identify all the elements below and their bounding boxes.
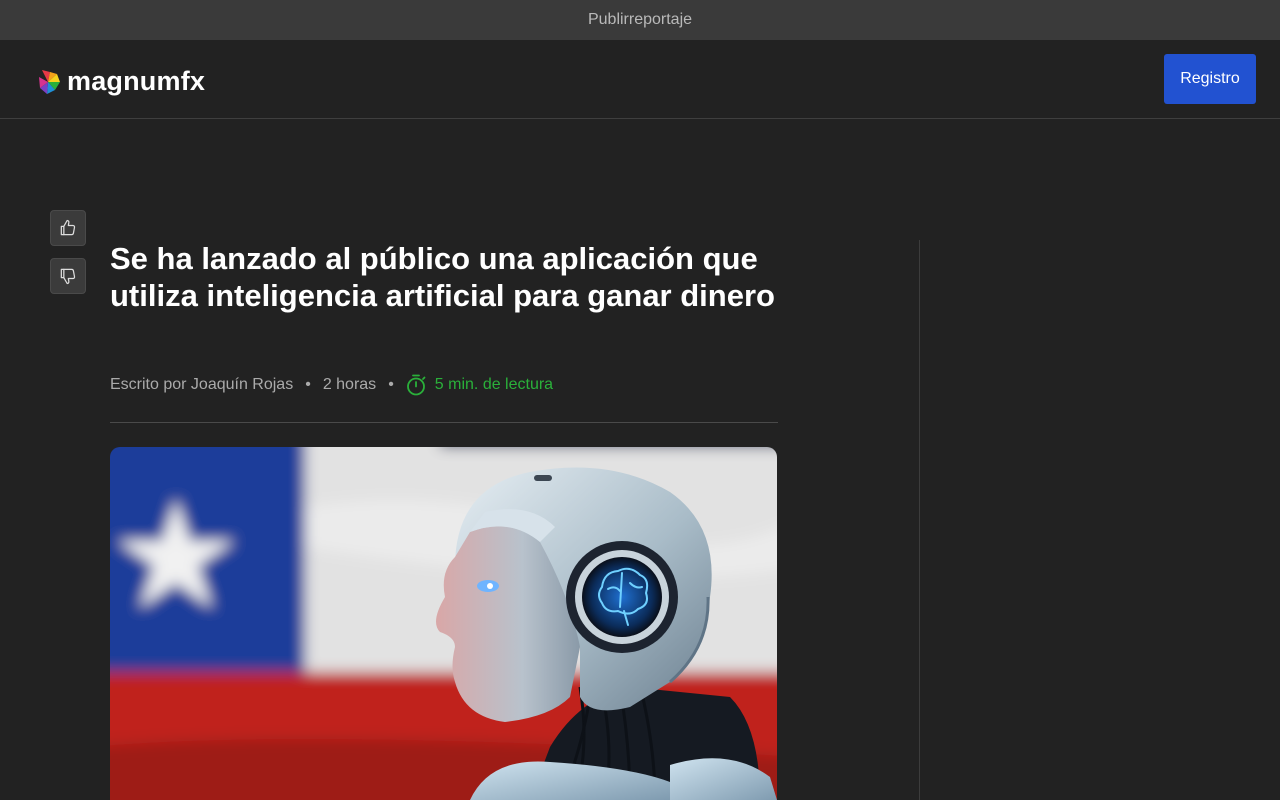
logo-text: magnumfx (67, 66, 206, 96)
sponsored-banner: Publirreportaje (0, 0, 1280, 40)
meta-divider (110, 422, 778, 423)
stopwatch-icon (406, 374, 426, 396)
sponsored-label: Publirreportaje (587, 11, 693, 28)
publish-time: 2 horas (322, 376, 377, 393)
read-time: 5 min. de lectura (406, 374, 553, 396)
read-time-label: 5 min. de lectura (434, 376, 554, 393)
meta-separator: • (305, 376, 311, 393)
thumbs-up-icon (60, 219, 76, 236)
article-meta: Escrito por Joaquín Rojas • 2 horas • 5 … (110, 374, 553, 396)
logo-icon (39, 69, 60, 94)
article-hero-image (110, 447, 777, 800)
site-logo[interactable]: magnumfx (38, 66, 205, 97)
like-button[interactable] (50, 210, 86, 246)
dislike-button[interactable] (50, 258, 86, 294)
robot-chile-flag-illustration (110, 447, 777, 800)
site-header: magnumfx Registro (0, 40, 1280, 119)
author-byline: Escrito por Joaquín Rojas (110, 376, 294, 393)
thumbs-down-icon (60, 268, 76, 285)
meta-separator: • (388, 376, 394, 393)
register-button[interactable]: Registro (1164, 54, 1256, 104)
article-title: Se ha lanzado al público una aplicación … (110, 241, 775, 313)
sidebar-divider (919, 240, 920, 800)
